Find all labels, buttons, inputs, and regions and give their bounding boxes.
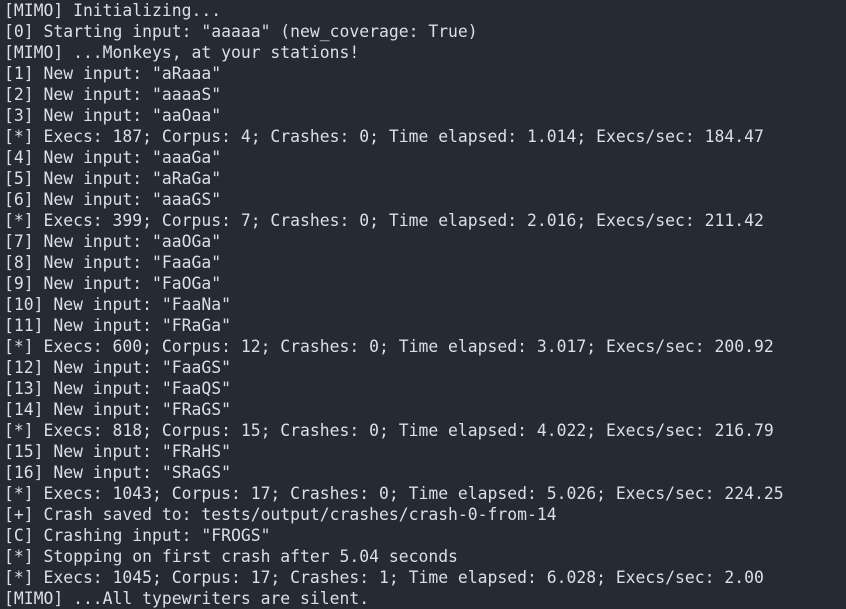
terminal-line: [10] New input: "FaaNa" <box>4 295 231 314</box>
terminal-line: [*] Execs: 1043; Corpus: 17; Crashes: 0;… <box>4 484 784 503</box>
terminal-line: [13] New input: "FaaQS" <box>4 379 231 398</box>
terminal-line: [2] New input: "aaaaS" <box>4 85 222 104</box>
terminal-line: [16] New input: "SRaGS" <box>4 463 231 482</box>
terminal-line: [+] Crash saved to: tests/output/crashes… <box>4 505 557 524</box>
terminal-line: [*] Execs: 399; Corpus: 7; Crashes: 0; T… <box>4 211 764 230</box>
terminal-line: [8] New input: "FaaGa" <box>4 253 222 272</box>
terminal-window[interactable]: [MIMO] Initializing... [0] Starting inpu… <box>0 0 846 609</box>
terminal-line: [11] New input: "FRaGa" <box>4 316 231 335</box>
terminal-line: [C] Crashing input: "FROGS" <box>4 526 271 545</box>
terminal-line: [5] New input: "aRaGa" <box>4 169 222 188</box>
terminal-line: [0] Starting input: "aaaaa" (new_coverag… <box>4 22 478 41</box>
terminal-line: [7] New input: "aaOGa" <box>4 232 222 251</box>
terminal-line: [1] New input: "aRaaa" <box>4 64 222 83</box>
terminal-line: [*] Stopping on first crash after 5.04 s… <box>4 547 458 566</box>
terminal-line: [4] New input: "aaaGa" <box>4 148 222 167</box>
terminal-line: [15] New input: "FRaHS" <box>4 442 231 461</box>
terminal-line: [12] New input: "FaaGS" <box>4 358 231 377</box>
terminal-line: [6] New input: "aaaGS" <box>4 190 222 209</box>
terminal-line: [MIMO] ...Monkeys, at your stations! <box>4 43 360 62</box>
terminal-line: [MIMO] Initializing... <box>4 1 222 20</box>
terminal-line: [9] New input: "FaOGa" <box>4 274 222 293</box>
terminal-line: [14] New input: "FRaGS" <box>4 400 231 419</box>
terminal-line: [*] Execs: 600; Corpus: 12; Crashes: 0; … <box>4 337 774 356</box>
terminal-line: [*] Execs: 818; Corpus: 15; Crashes: 0; … <box>4 421 774 440</box>
terminal-line: [3] New input: "aaOaa" <box>4 106 222 125</box>
terminal-line: [*] Execs: 1045; Corpus: 17; Crashes: 1;… <box>4 568 764 587</box>
terminal-line: [MIMO] ...All typewriters are silent. <box>4 589 370 608</box>
terminal-line: [*] Execs: 187; Corpus: 4; Crashes: 0; T… <box>4 127 764 146</box>
